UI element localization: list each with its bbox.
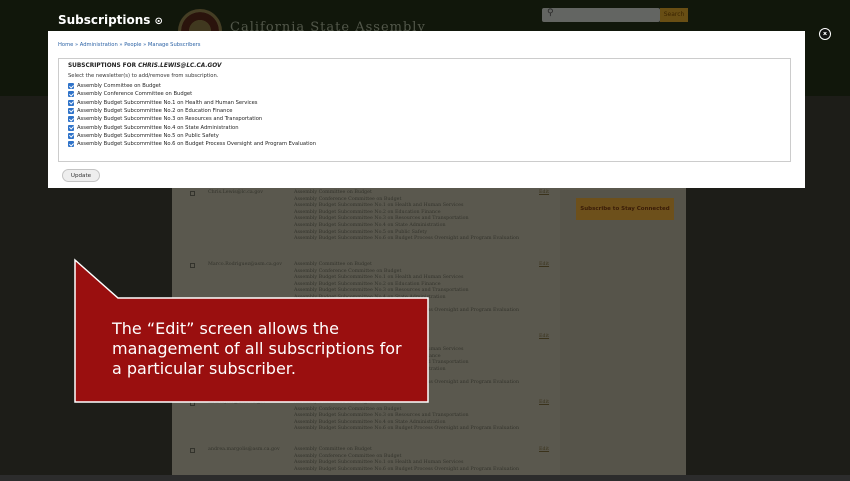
page-title: Subscriptions ⊙ <box>58 13 163 27</box>
newsletter-option-label: Assembly Budget Subcommittee No.6 on Bud… <box>77 141 317 148</box>
newsletter-option[interactable]: Assembly Budget Subcommittee No.1 on Hea… <box>68 99 258 107</box>
checkbox-checked-icon[interactable] <box>68 132 74 139</box>
checkbox-checked-icon[interactable] <box>68 107 74 114</box>
panel-instructions: Select the newsletter(s) to add/remove f… <box>68 73 219 79</box>
edit-link[interactable]: Edit <box>539 400 549 407</box>
bottom-bar <box>0 475 850 481</box>
newsletter-option[interactable]: Assembly Budget Subcommittee No.6 on Bud… <box>68 140 316 148</box>
checkbox-checked-icon[interactable] <box>68 91 74 98</box>
row-email: tara.taylor@asm.ca.gov <box>208 400 266 405</box>
row-newsletters: Assembly Committee on Budget Assembly Con… <box>294 447 519 473</box>
row-newsletter-item: Assembly Budget Subcommittee No.6 on Bud… <box>294 466 520 472</box>
search-input[interactable] <box>542 8 660 22</box>
search-button[interactable]: Search <box>660 8 688 22</box>
row-newsletter-item: Assembly Committee on Budget <box>294 262 372 267</box>
row-newsletter-item: Assembly Budget Subcommittee No.6 on Bud… <box>294 426 520 432</box>
subscriptions-panel: SUBSCRIPTIONS FOR CHRIS.LEWIS@LC.CA.GOV … <box>58 58 791 162</box>
newsletter-option-label: Assembly Committee on Budget <box>77 83 161 89</box>
row-newsletters: Assembly Committee on Budget Assembly Con… <box>294 262 519 315</box>
row-email: Marco.Rodriguez@asm.ca.gov <box>208 262 282 267</box>
newsletter-option[interactable]: Assembly Conference Committee on Budget <box>68 90 192 98</box>
row-checkbox[interactable] <box>190 448 195 453</box>
subscriber-email: CHRIS.LEWIS@LC.CA.GOV <box>138 63 222 69</box>
edit-link[interactable]: Edit <box>539 262 549 269</box>
row-email: Chris.Lewis@lc.ca.gov <box>208 190 263 195</box>
checkbox-checked-icon[interactable] <box>68 141 74 148</box>
row-newsletter-item: Assembly Budget Subcommittee No.6 on Bud… <box>294 380 520 386</box>
row-checkbox[interactable] <box>190 191 195 196</box>
edit-link[interactable]: Edit <box>539 334 549 341</box>
edit-link[interactable]: Edit <box>539 447 549 454</box>
breadcrumb[interactable]: Home » Administration » People » Manage … <box>58 42 201 48</box>
newsletter-option-label: Assembly Budget Subcommittee No.5 on Pub… <box>77 132 219 139</box>
subscribe-button[interactable]: Subscribe to Stay Connected <box>576 198 674 220</box>
newsletter-option[interactable]: Assembly Committee on Budget <box>68 82 161 90</box>
row-newsletter-item: Assembly Committee on Budget <box>294 447 372 452</box>
checkbox-checked-icon[interactable] <box>68 116 74 123</box>
newsletter-option-label: Assembly Conference Committee on Budget <box>77 91 193 98</box>
checkbox-checked-icon[interactable] <box>68 99 74 106</box>
edit-subscriptions-modal: Home » Administration » People » Manage … <box>48 31 805 188</box>
search-icon: ⚲ <box>547 8 554 18</box>
row-newsletter-item: Assembly Budget Subcommittee No.3 on Res… <box>294 413 469 419</box>
row-newsletter-item: Assembly Budget Subcommittee No.6 on Bud… <box>294 236 520 242</box>
row-newsletter-item: Assembly Committee on Budget <box>294 400 372 405</box>
edit-link[interactable]: Edit <box>539 190 549 197</box>
title-circle-icon: ⊙ <box>154 16 163 27</box>
checkbox-checked-icon[interactable] <box>68 83 74 89</box>
newsletter-option-label: Assembly Budget Subcommittee No.2 on Edu… <box>77 107 233 114</box>
row-newsletter-item: Assembly Budget Subcommittee No.6 on Bud… <box>294 308 520 314</box>
newsletter-option-label: Assembly Budget Subcommittee No.3 on Res… <box>77 116 263 123</box>
newsletter-option[interactable]: Assembly Budget Subcommittee No.2 on Edu… <box>68 107 233 115</box>
row-newsletters: Assembly Committee on Budget Assembly Con… <box>294 190 519 243</box>
newsletter-option-label: Assembly Budget Subcommittee No.4 on Sta… <box>77 124 239 131</box>
row-checkbox[interactable] <box>190 401 195 406</box>
row-newsletter-item: Assembly Committee on Budget <box>294 190 372 195</box>
panel-heading: SUBSCRIPTIONS FOR CHRIS.LEWIS@LC.CA.GOV <box>68 63 222 69</box>
newsletter-option[interactable]: Assembly Budget Subcommittee No.3 on Res… <box>68 115 262 123</box>
row-newsletter-item: Assembly Budget Subcommittee No.4 on Sta… <box>294 294 446 300</box>
newsletter-option[interactable]: Assembly Budget Subcommittee No.5 on Pub… <box>68 132 219 140</box>
checkbox-checked-icon[interactable] <box>68 124 74 131</box>
panel-heading-label: SUBSCRIPTIONS FOR <box>68 63 139 69</box>
row-checkbox[interactable] <box>190 263 195 268</box>
row-newsletter-item: Assembly Budget Subcommittee No.1 on Hea… <box>294 275 464 281</box>
row-email: andrea.margolis@asm.ca.gov <box>208 447 280 452</box>
row-newsletter-item: Assembly Budget Subcommittee No.3 on Res… <box>294 216 469 222</box>
close-icon[interactable] <box>819 28 831 40</box>
update-button[interactable]: Update <box>62 169 100 182</box>
row-newsletter-item: Assembly Budget Subcommittee No.3 on Res… <box>294 288 469 294</box>
right-sidebar <box>560 190 686 481</box>
callout-text: The “Edit” screen allows the management … <box>112 319 402 378</box>
row-newsletter-item: Assembly Budget Subcommittee No.1 on Hea… <box>294 460 464 466</box>
row-newsletter-item: Assembly Budget Subcommittee No.4 on Sta… <box>294 222 446 228</box>
newsletter-option[interactable]: Assembly Budget Subcommittee No.4 on Sta… <box>68 124 239 132</box>
row-newsletters: Assembly Committee on Budget Assembly Con… <box>294 400 519 433</box>
row-newsletter-item: Assembly Budget Subcommittee No.1 on Hea… <box>294 203 464 209</box>
newsletter-option-label: Assembly Budget Subcommittee No.1 on Hea… <box>77 99 258 106</box>
page-title-text: Subscriptions <box>58 13 151 27</box>
